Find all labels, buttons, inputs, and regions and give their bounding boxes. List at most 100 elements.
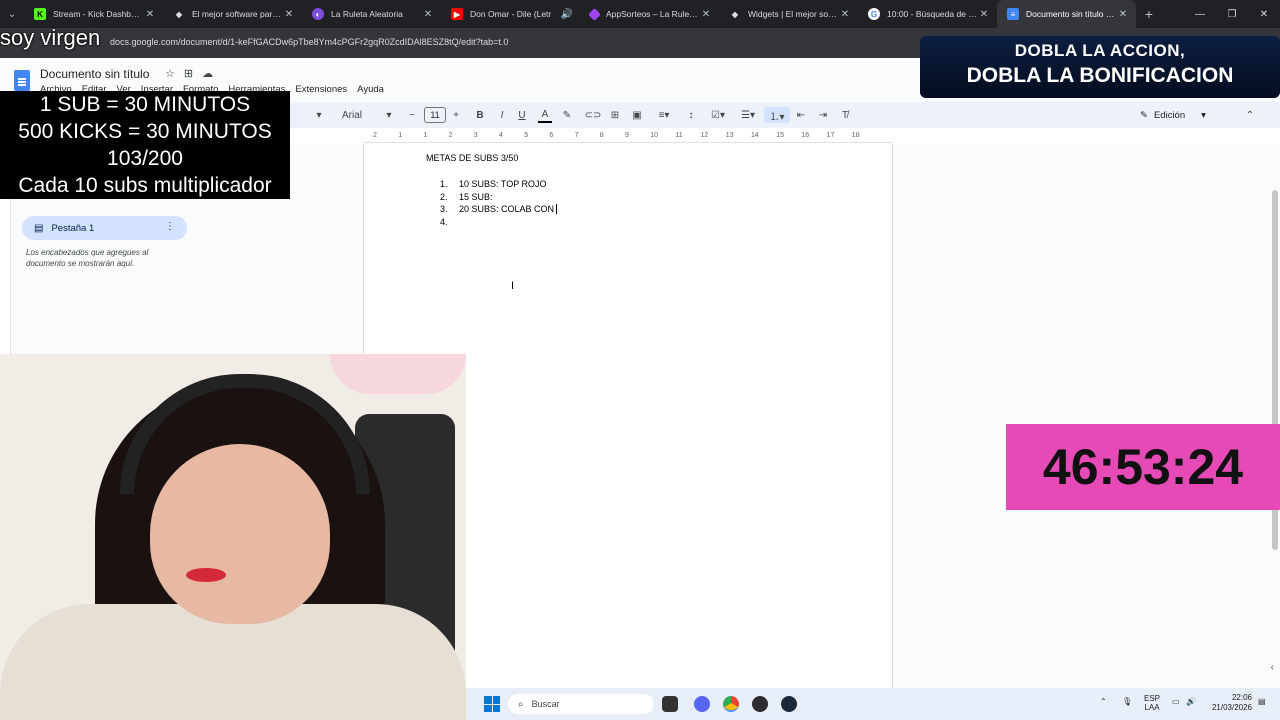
widget-site-icon: ◆ (731, 9, 739, 19)
checklist-icon[interactable]: ☑▾ (706, 107, 730, 123)
browser-tab-label: Stream - Kick Dashboard (53, 9, 143, 19)
font-size-input[interactable]: 11 (424, 107, 446, 123)
notifications-icon[interactable]: ▤ (1258, 697, 1266, 706)
document-heading-text[interactable]: METAS DE SUBS 3/50 (426, 153, 518, 163)
insert-image-icon[interactable]: ▣ (630, 107, 644, 123)
list-item[interactable]: 3. 20 SUBS: COLAB CON (440, 204, 558, 217)
list-item-text[interactable]: 20 SUBS: COLAB CON (459, 204, 554, 217)
decrease-font-size-icon[interactable]: − (406, 107, 418, 123)
increase-font-size-icon[interactable]: + (450, 107, 462, 123)
add-comment-icon[interactable]: ⊞ (608, 107, 622, 123)
goal-line: Cada 10 subs multiplicador (18, 174, 272, 197)
close-window-icon[interactable]: ✕ (1248, 0, 1280, 28)
steam-icon[interactable] (781, 696, 797, 712)
move-folder-icon[interactable]: ⊞ (184, 67, 193, 80)
close-icon[interactable]: ✕ (421, 9, 435, 20)
ruler-tick-label: 17 (826, 132, 835, 139)
tab-search-chevron-icon[interactable]: ⌄ (0, 0, 24, 28)
close-icon[interactable]: ✕ (143, 9, 157, 20)
star-icon[interactable]: ☆ (165, 67, 175, 80)
list-item[interactable]: 1. 10 SUBS: TOP ROJO (440, 179, 557, 192)
taskbar-clock[interactable]: 22:06 21/03/2026 (1204, 693, 1252, 713)
ruler-tick-label: 1 (423, 132, 428, 139)
tray-overflow-icon[interactable]: ⌃ (1100, 697, 1107, 706)
browser-tab[interactable]: ◐ La Ruleta Aleatoria ✕ (302, 0, 441, 28)
volume-icon[interactable]: 🔊 (1186, 697, 1196, 706)
highlight-icon[interactable]: ✎ (560, 107, 574, 123)
browser-tab[interactable]: ◆ El mejor software para pc ✕ (163, 0, 302, 28)
close-icon[interactable]: ✕ (699, 9, 713, 20)
ruler-tick-label: 11 (675, 132, 683, 139)
restore-icon[interactable]: ❐ (1216, 0, 1248, 28)
google-docs-logo-icon[interactable] (14, 70, 30, 91)
bold-icon[interactable]: B (474, 107, 486, 123)
chrome-icon[interactable] (723, 696, 739, 712)
numbered-list-icon[interactable]: ⒈▾ (764, 107, 790, 123)
align-icon[interactable]: ≡▾ (654, 107, 674, 123)
horizontal-ruler[interactable]: 2 1 1 2 3 4 5 6 7 8 9 10 11 12 13 14 15 16 17 18 (363, 131, 893, 143)
side-panel-toggle-icon[interactable]: ‹ (1271, 662, 1274, 673)
link-icon[interactable]: ⊂⊃ (585, 107, 602, 123)
browser-tab-label: 10:00 - Búsqueda de Goo (887, 9, 977, 19)
minimize-icon[interactable]: — (1184, 0, 1216, 28)
list-item-text[interactable]: 10 SUBS: TOP ROJO (459, 179, 547, 192)
task-view-icon[interactable] (662, 696, 678, 712)
browser-tab-label: El mejor software para pc (192, 9, 282, 19)
goal-line: 500 KICKS = 30 MINUTOS (18, 120, 272, 143)
ruler-tick-label: 1 (398, 132, 403, 139)
browser-tab-label: AppSorteos – La Ruleta d (606, 9, 699, 19)
list-number: 4. (440, 217, 448, 228)
list-item-text[interactable]: 15 SUB: (459, 192, 493, 205)
browser-tab[interactable]: AppSorteos – La Ruleta d ✕ (580, 0, 719, 28)
list-item[interactable]: 2. 15 SUB: (440, 192, 557, 205)
style-dropdown-chevron-icon[interactable]: ▾ (314, 107, 324, 123)
line-spacing-icon[interactable]: ↕ (684, 107, 698, 123)
italic-icon[interactable]: I (496, 107, 508, 123)
list-item[interactable]: 4. (440, 217, 557, 230)
windows-start-icon[interactable] (484, 696, 500, 712)
browser-tab[interactable]: G 10:00 - Búsqueda de Goo ✕ (858, 0, 997, 28)
url-text[interactable]: docs.google.com/document/d/1-keFfGACDw6p… (110, 37, 508, 47)
close-icon[interactable]: ✕ (282, 9, 296, 20)
microphone-icon[interactable]: 🎙 (1122, 697, 1132, 706)
document-title[interactable]: Documento sin título (40, 67, 149, 81)
browser-tab-active[interactable]: ≡ Documento sin título - Do ✕ (997, 0, 1136, 28)
network-icon[interactable]: ▭ (1172, 697, 1180, 706)
close-icon[interactable]: ✕ (838, 9, 852, 20)
discord-icon[interactable] (694, 696, 710, 712)
ruler-tick-label: 5 (524, 132, 529, 139)
close-icon[interactable]: ✕ (977, 9, 991, 20)
clear-formatting-icon[interactable]: T̸ (838, 107, 852, 123)
browser-tab[interactable]: ◆ Widgets | El mejor softwa ✕ (719, 0, 858, 28)
more-options-icon[interactable]: ⋮ (165, 221, 175, 232)
bulleted-list-icon[interactable]: ☰▾ (736, 107, 760, 123)
decrease-indent-icon[interactable]: ⇤ (794, 107, 808, 123)
collapse-menus-icon[interactable]: ⌃ (1244, 107, 1256, 123)
text-color-icon[interactable]: A (538, 107, 552, 123)
browser-tab[interactable]: ▶ Don Omar - Dile (Letr 🔊 (441, 0, 580, 28)
cloud-status-icon[interactable]: ☁ (202, 67, 213, 80)
speaker-icon[interactable]: 🔊 (560, 9, 574, 20)
browser-tab[interactable]: K Stream - Kick Dashboard ✕ (24, 0, 163, 28)
document-tab-label: Pestaña 1 (51, 222, 95, 234)
language-indicator[interactable]: ESP LAA (1144, 694, 1160, 712)
taskbar-search[interactable]: ⌕ Buscar (508, 694, 654, 714)
font-dropdown-chevron-icon[interactable]: ▾ (384, 107, 394, 123)
ibeam-cursor-icon: I (511, 280, 515, 292)
close-icon[interactable]: ✕ (1116, 9, 1130, 20)
new-tab-button[interactable]: + (1136, 6, 1162, 22)
ruler-tick-label: 15 (776, 132, 784, 139)
underline-icon[interactable]: U (516, 107, 528, 123)
numbered-list[interactable]: 1. 10 SUBS: TOP ROJO 2. 15 SUB: 3. 20 SU… (440, 179, 558, 230)
editing-mode-button[interactable]: ✎ Edición ▾ (1140, 107, 1220, 123)
text-cursor (556, 204, 558, 215)
ruler-tick-label: 7 (574, 132, 579, 139)
list-number: 3. (440, 204, 448, 215)
browser-tab-strip: ⌄ K Stream - Kick Dashboard ✕ ◆ El mejor… (0, 0, 1280, 28)
menu-ayuda[interactable]: Ayuda (357, 84, 384, 95)
stream-goals-overlay: 1 SUB = 30 MINUTOS 500 KICKS = 30 MINUTO… (0, 91, 290, 199)
obs-icon[interactable] (752, 696, 768, 712)
increase-indent-icon[interactable]: ⇥ (816, 107, 830, 123)
menu-extensiones[interactable]: Extensiones (295, 84, 347, 95)
document-tab-item[interactable]: ▤ Pestaña 1 ⋮ (22, 216, 187, 240)
